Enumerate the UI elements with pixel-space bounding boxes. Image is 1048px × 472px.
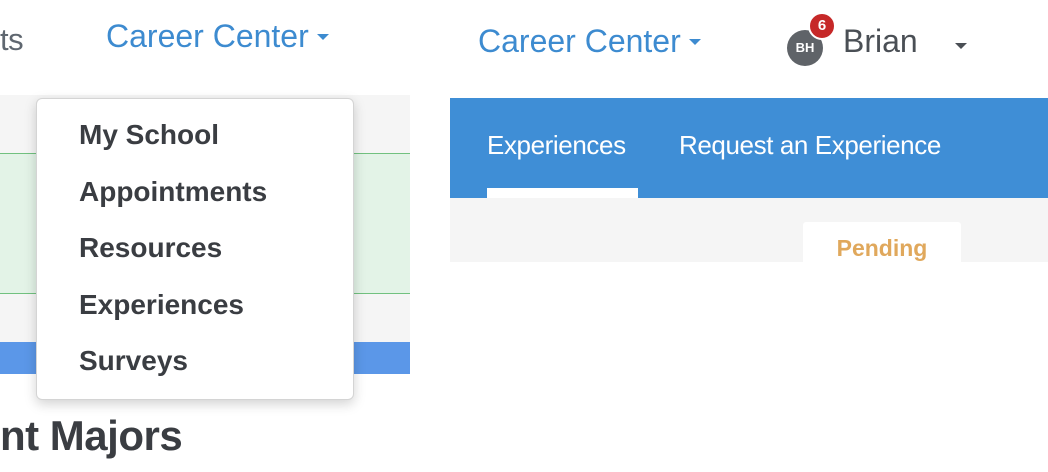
menu-item-resources[interactable]: Resources <box>37 224 353 281</box>
career-center-label: Career Center <box>106 18 309 54</box>
chevron-down-icon <box>688 38 701 45</box>
career-center-dropdown-toggle-2[interactable]: Career Center <box>478 23 701 60</box>
menu-item-experiences[interactable]: Experiences <box>37 281 353 338</box>
notification-badge[interactable]: 6 <box>808 12 836 40</box>
section-heading: nt Majors <box>0 412 183 459</box>
pending-label: Pending <box>836 235 928 261</box>
user-name: Brian <box>843 23 918 59</box>
menu-item-appointments[interactable]: Appointments <box>37 168 353 225</box>
menu-item-surveys[interactable]: Surveys <box>37 337 353 394</box>
tab-request-experience[interactable]: Request an Experience <box>679 130 941 161</box>
career-center-label-2: Career Center <box>478 23 681 59</box>
chevron-down-icon <box>316 33 329 40</box>
chevron-down-icon <box>955 43 967 49</box>
menu-item-my-school[interactable]: My School <box>37 111 353 168</box>
career-center-dropdown-menu: My School Appointments Resources Experie… <box>36 98 354 400</box>
nav-link-partial[interactable]: ts <box>0 22 24 58</box>
experience-tab-bar: Experiences Request an Experience <box>450 98 1048 198</box>
active-tab-indicator <box>487 188 638 198</box>
tab-pending[interactable]: Pending <box>803 222 961 262</box>
career-center-dropdown-toggle[interactable]: Career Center <box>106 18 329 55</box>
tab-experiences[interactable]: Experiences <box>487 130 626 161</box>
